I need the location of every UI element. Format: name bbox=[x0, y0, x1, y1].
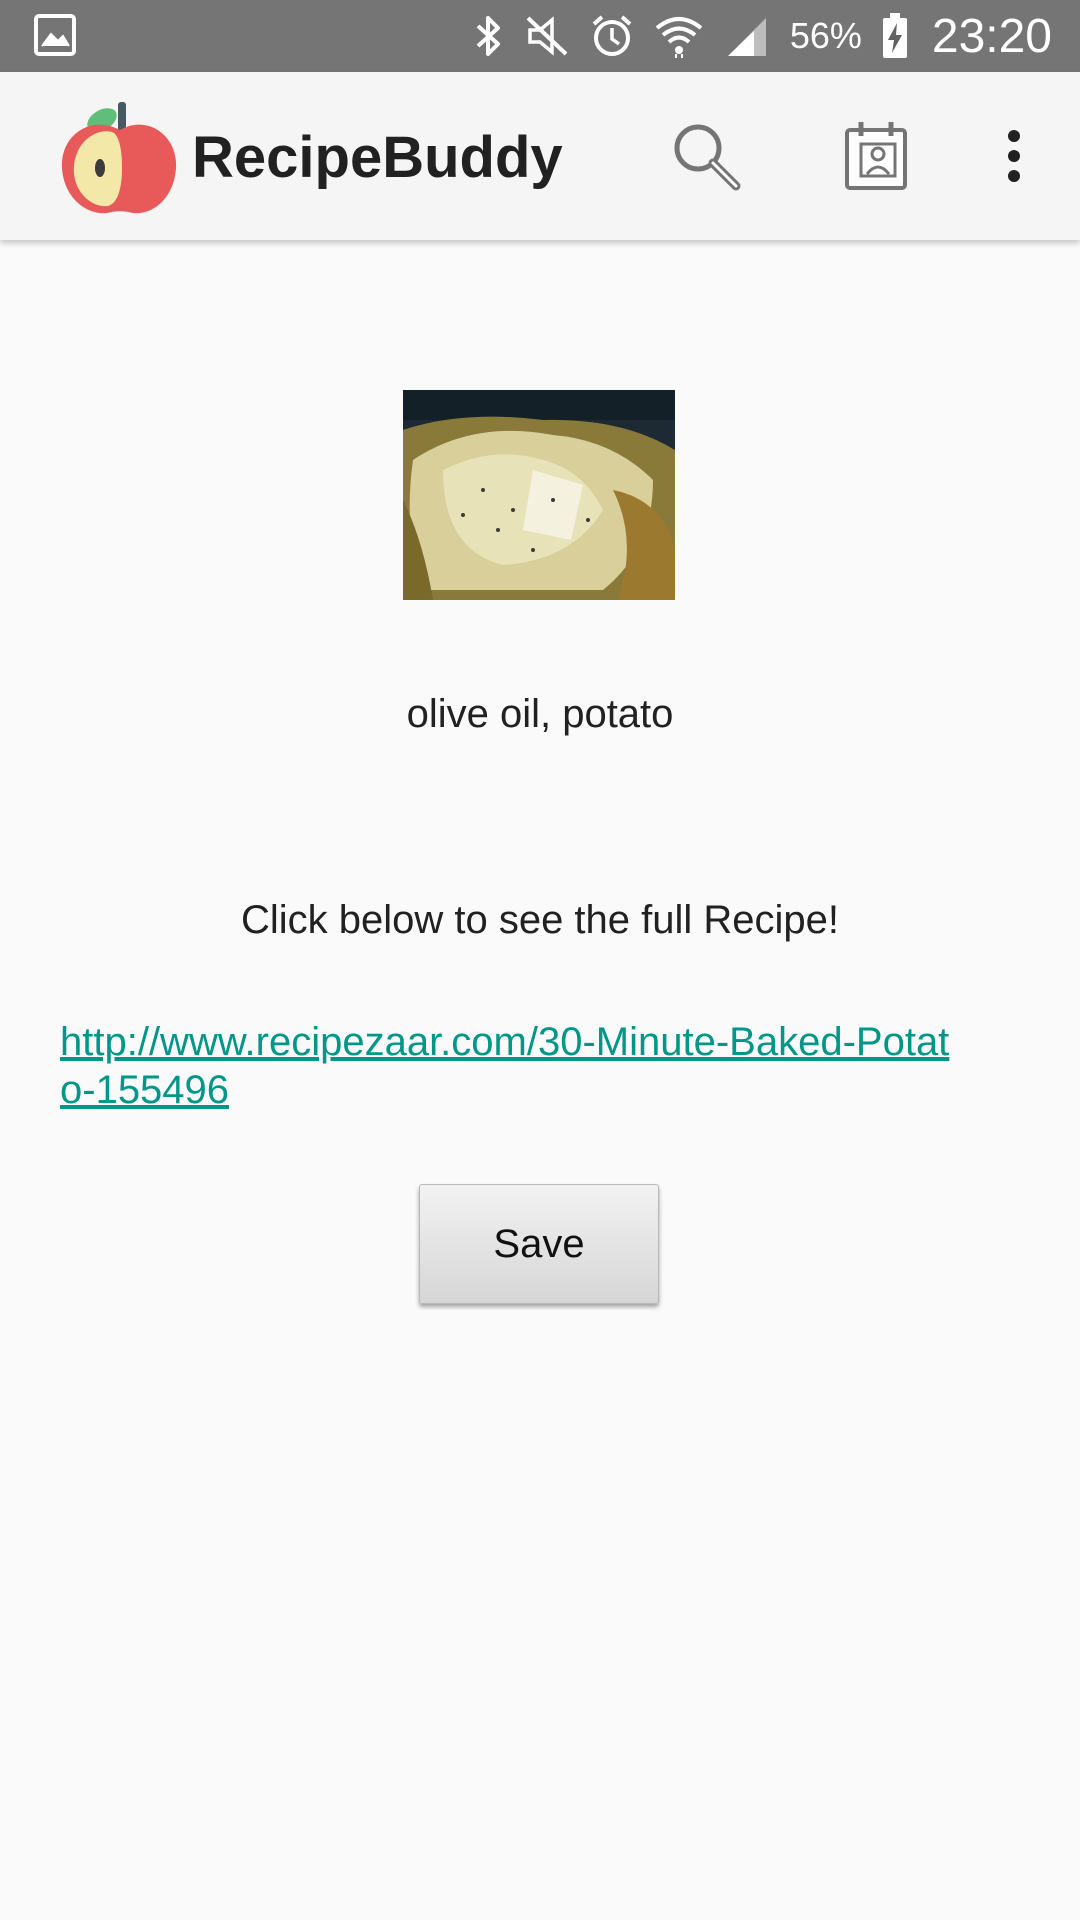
app-title: RecipeBuddy bbox=[192, 125, 563, 190]
save-button[interactable]: Save bbox=[419, 1184, 659, 1304]
alarm-icon bbox=[590, 14, 634, 58]
overflow-menu-button[interactable] bbox=[972, 116, 1056, 200]
status-bar: 56% 23:20 bbox=[0, 0, 1080, 72]
app-bar: RecipeBuddy bbox=[0, 72, 1080, 240]
battery-percent: 56% bbox=[789, 15, 862, 56]
gallery-icon bbox=[34, 14, 76, 56]
status-icons: 56% 23:20 bbox=[472, 0, 1052, 72]
search-button[interactable] bbox=[664, 116, 748, 200]
status-time: 23:20 bbox=[931, 9, 1052, 63]
calendar-contact-button[interactable] bbox=[834, 116, 918, 200]
bluetooth-icon bbox=[472, 14, 504, 58]
recipe-link[interactable]: http://www.recipezaar.com/30-Minute-Bake… bbox=[60, 1018, 960, 1114]
mute-icon bbox=[524, 14, 570, 58]
battery-charging-icon bbox=[882, 13, 908, 59]
overflow-menu-icon bbox=[1004, 128, 1024, 189]
search-icon bbox=[668, 118, 744, 199]
signal-icon bbox=[724, 14, 770, 58]
apple-logo-icon bbox=[58, 96, 182, 220]
recipe-image bbox=[403, 390, 675, 600]
calendar-contact-icon bbox=[843, 120, 909, 197]
wifi-icon bbox=[654, 14, 704, 58]
recipe-ingredients: olive oil, potato bbox=[406, 692, 674, 736]
recipe-detail: olive oil, potato Click below to see the… bbox=[0, 240, 1080, 1920]
recipe-prompt: Click below to see the full Recipe! bbox=[240, 898, 840, 942]
